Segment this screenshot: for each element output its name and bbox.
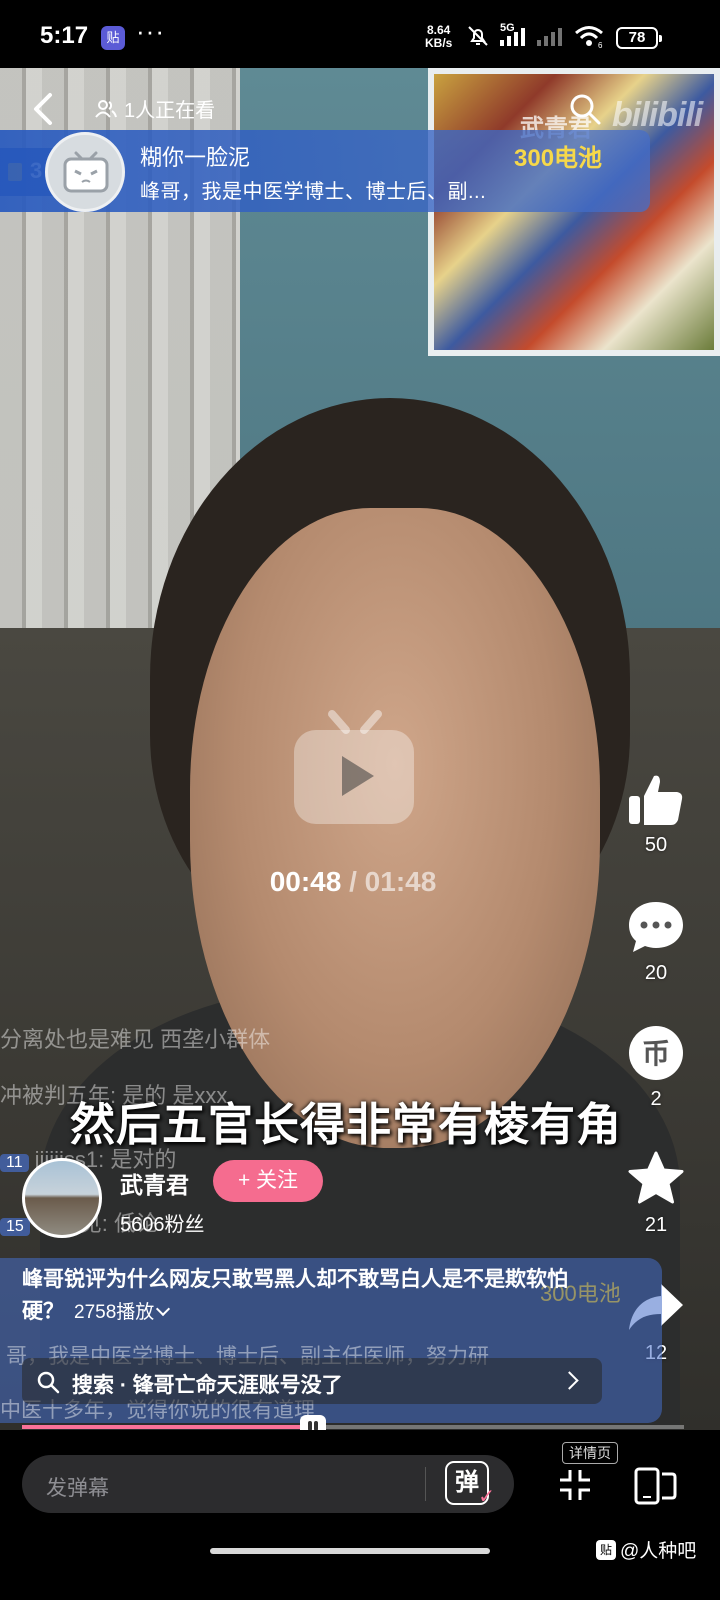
gift-user-name: 糊你一脸泥 <box>140 145 251 170</box>
coin-count: 2 <box>650 1088 662 1110</box>
tieba-icon: 贴 <box>596 1539 616 1560</box>
play-count: 2758播放 <box>74 1302 155 1323</box>
search-suggestion-text: 搜索 · 锋哥亡命天涯账号没了 <box>72 1374 343 1397</box>
danmaku-toggle-label: 弹 <box>455 1469 479 1496</box>
author-name[interactable]: 武青君 <box>120 1166 189 1200</box>
status-bar: 5:17 贴 ··· 8.64 KB/s 5G 6 78 <box>0 0 720 70</box>
search-icon <box>37 1371 60 1394</box>
back-arrow-icon[interactable] <box>30 92 56 126</box>
live-viewers: 1人正在看 <box>94 94 215 123</box>
time-separator: / <box>349 866 357 897</box>
network-speed-unit: KB/s <box>425 36 453 50</box>
battery-icon: 78 <box>616 27 662 49</box>
progress-fill <box>22 1425 314 1429</box>
like-button[interactable]: 50 <box>616 770 696 857</box>
signal-2-icon <box>537 28 562 46</box>
more-notifications-icon: ··· <box>136 16 165 46</box>
check-icon: ✓ <box>478 1486 495 1508</box>
search-suggestion[interactable]: 搜索 · 锋哥亡命天涯账号没了 <box>22 1358 602 1404</box>
comment-button[interactable]: 20 <box>616 898 696 985</box>
clock: 5:17 <box>40 22 89 49</box>
coin-icon: 币 <box>629 1026 683 1080</box>
video-title[interactable]: 峰哥锐评为什么网友只敢骂黑人却不敢骂白人是不是欺软怕硬？ 2758播放 <box>22 1264 602 1329</box>
tv-face-icon <box>63 151 109 193</box>
wifi-icon: 6 <box>575 26 603 48</box>
gift-amount: 300电池 <box>514 145 603 172</box>
tieba-app-icon: 贴 <box>101 26 125 50</box>
detail-page-label[interactable]: 详情页 <box>562 1442 618 1464</box>
star-icon <box>628 1151 684 1204</box>
like-count: 50 <box>644 834 668 856</box>
home-indicator[interactable] <box>210 1548 490 1554</box>
search-icon[interactable] <box>568 92 602 126</box>
favorite-count: 21 <box>644 1214 668 1236</box>
danmaku-input[interactable]: 发弹幕 弹 ✓ <box>22 1455 514 1513</box>
danmaku-placeholder: 发弹幕 <box>46 1477 109 1500</box>
play-icon[interactable] <box>292 708 416 826</box>
danmaku-level-badge: 11 <box>0 1154 29 1172</box>
danmaku-level-badge: 15 <box>0 1218 30 1236</box>
viewers-icon <box>95 99 117 118</box>
gift-user-avatar <box>45 132 125 212</box>
current-time: 00:48 <box>269 866 342 897</box>
playback-time: 00:48 / 01:48 <box>0 866 706 898</box>
chevron-right-icon <box>560 1371 579 1390</box>
wifi-badge: 6 <box>598 41 603 48</box>
favorite-button[interactable]: 21 <box>616 1150 696 1237</box>
total-time: 01:48 <box>364 866 437 897</box>
progress-bar[interactable] <box>22 1415 684 1437</box>
source-watermark-text: @人种吧 <box>620 1541 697 1562</box>
viewers-count: 1人正在看 <box>124 100 216 122</box>
danmaku-toggle-button[interactable]: 弹 ✓ <box>445 1461 495 1507</box>
chevron-down-icon[interactable] <box>156 1301 171 1317</box>
divider <box>425 1467 426 1501</box>
coin-button[interactable]: 币 2 <box>616 1024 696 1111</box>
coin-symbol: 币 <box>642 1037 670 1070</box>
gift-message: 峰哥，我是中医学博士、博士后、副... <box>140 181 487 203</box>
thumbs-up-icon <box>629 775 683 825</box>
comment-count: 20 <box>644 962 668 984</box>
video-subtitle: 然后五官长得非常有棱有角 <box>70 1099 623 1150</box>
danmaku-text: 分离处也是难见 西垄小群体 <box>0 1027 271 1052</box>
follow-button[interactable]: + 关注 <box>213 1160 323 1202</box>
danmaku-item: 分离处也是难见 西垄小群体 <box>0 1022 270 1054</box>
source-watermark: 贴 @人种吧 <box>596 1536 696 1563</box>
author-avatar[interactable] <box>22 1158 102 1238</box>
rotate-screen-icon[interactable] <box>632 1466 678 1506</box>
mute-bell-icon <box>468 26 488 46</box>
comment-bubble-icon <box>629 902 683 952</box>
network-speed: 8.64 KB/s <box>425 24 452 50</box>
fullscreen-icon[interactable] <box>558 1468 592 1502</box>
author-fans: 5606粉丝 <box>120 1214 205 1236</box>
signal-icon <box>500 28 525 46</box>
